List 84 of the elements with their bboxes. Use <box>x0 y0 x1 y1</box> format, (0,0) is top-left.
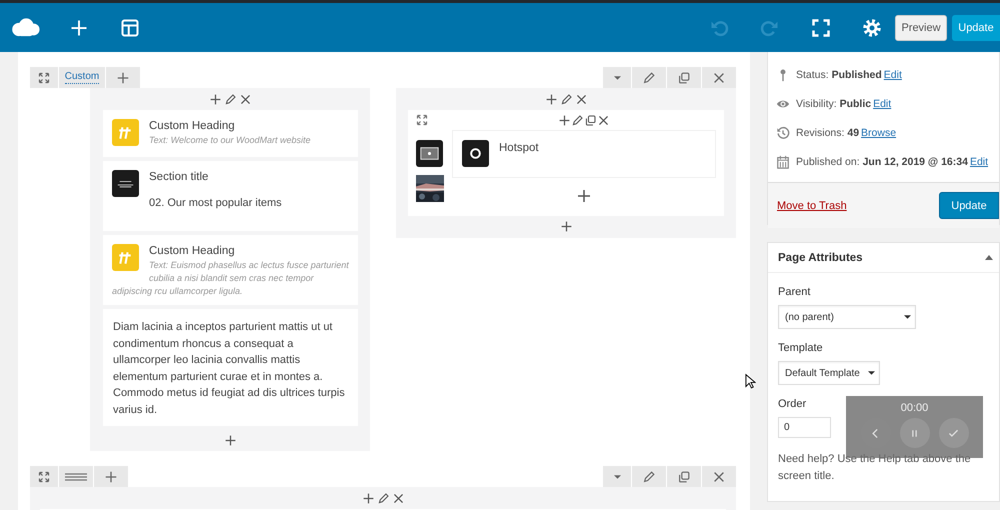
timer-text: 00:00 <box>900 402 928 414</box>
caret-icon <box>904 315 911 319</box>
edit-icon[interactable] <box>571 114 584 126</box>
meta-label: Published on: Jun 12, 2019 @ 16:34 <box>796 156 968 168</box>
close-button[interactable] <box>702 466 736 487</box>
element-card[interactable]: Section title 02. Our most popular items <box>103 161 358 231</box>
field-label: Template <box>778 342 823 354</box>
element-title: Custom Heading <box>149 119 236 134</box>
history-icon <box>776 126 790 140</box>
expand-icon <box>38 470 50 482</box>
edit-button[interactable] <box>632 67 666 88</box>
copy-icon[interactable] <box>584 114 597 126</box>
meta-label: Revisions: 49 <box>796 126 860 138</box>
layout-icon[interactable] <box>120 18 140 38</box>
element-title: Section title <box>149 170 210 185</box>
edit-icon[interactable] <box>224 92 237 106</box>
add-icon[interactable] <box>224 434 237 447</box>
close-button[interactable] <box>702 67 736 88</box>
caret-icon[interactable] <box>985 255 993 260</box>
close-icon[interactable] <box>239 92 252 106</box>
fullscreen-icon[interactable] <box>811 18 831 38</box>
add-icon[interactable] <box>209 92 222 106</box>
edit-icon[interactable] <box>376 492 390 504</box>
field-label: Order <box>778 398 806 410</box>
element-text: Text: Euismod phasellus ac lectus fusce parturient cubilia a nisi blandit sem cras nec tempor adipiscing rcu ullamcorper ligula. <box>112 259 349 298</box>
heading-icon <box>112 119 139 146</box>
hotspot-icon <box>462 140 489 167</box>
edit-icon <box>642 70 656 84</box>
title-icon <box>112 170 139 197</box>
caret-icon <box>614 474 620 478</box>
meta-label: Visibility: Public <box>796 98 872 110</box>
add-icon[interactable] <box>560 220 572 233</box>
layout-button[interactable] <box>59 466 93 487</box>
heading-icon <box>112 244 139 271</box>
add-icon[interactable] <box>362 492 374 504</box>
edit-link[interactable]: Edit <box>873 98 892 110</box>
element-title: Hotspot <box>499 141 539 156</box>
edit-button[interactable] <box>632 466 666 487</box>
copy-button[interactable] <box>667 466 701 487</box>
element-title: Custom Heading <box>149 244 236 259</box>
add-icon[interactable] <box>558 114 571 126</box>
select-field[interactable]: Default Template <box>778 361 880 385</box>
close-icon <box>712 70 726 84</box>
add-icon <box>116 70 130 84</box>
edit-link[interactable]: Edit <box>884 68 902 80</box>
element-text: Text: Welcome to our WoodMart website <box>149 134 311 147</box>
add-icon <box>104 470 118 484</box>
trash-link[interactable]: Move to Trash <box>777 200 847 212</box>
element-text: 02. Our most popular items <box>149 197 282 209</box>
element-card[interactable]: Hotspot <box>452 130 716 178</box>
select-field[interactable]: (no parent) <box>778 305 916 329</box>
expand-icon[interactable] <box>416 114 428 126</box>
input-field[interactable]: 0 <box>778 417 831 438</box>
caret-icon <box>868 371 875 375</box>
update-button[interactable]: Update <box>939 192 999 219</box>
paragraph-text: Diam lacinia a inceptos parturient mattis ut ut condimentum rhoncus a consequat a ullamcorper leo lacinia convallis mattis elementum parturient curae et in montes a. Commodo metus id feugiat ad dis ultrices turpis varius id. <box>113 320 346 418</box>
close-icon[interactable] <box>597 114 610 126</box>
edit-link[interactable]: Browse <box>861 126 896 138</box>
edit-icon[interactable] <box>560 92 572 106</box>
expand-button[interactable] <box>30 67 58 88</box>
field-label: Parent <box>778 286 810 298</box>
copy-icon <box>677 70 691 84</box>
panel-title: Page Attributes <box>778 252 863 264</box>
add-row-button[interactable] <box>94 466 128 487</box>
copy-icon <box>677 470 691 484</box>
meta-label: Status: Published <box>796 68 882 80</box>
add-row-button[interactable] <box>106 67 140 88</box>
close-icon <box>712 470 726 484</box>
preview-button[interactable]: Preview <box>895 14 947 40</box>
element-card[interactable]: Custom Heading Text: Welcome to our WoodMart website <box>103 110 358 157</box>
calendar-icon <box>776 154 790 168</box>
caret-icon <box>614 76 620 80</box>
expand-button[interactable] <box>30 466 58 487</box>
edit-link[interactable]: Edit <box>970 156 988 168</box>
image-icon <box>416 140 443 167</box>
close-icon[interactable] <box>392 492 404 504</box>
add-icon[interactable] <box>544 92 558 106</box>
edit-icon <box>642 470 656 484</box>
close-icon[interactable] <box>574 92 588 106</box>
add-icon[interactable] <box>576 188 592 204</box>
element-card[interactable]: Custom Heading Text: Euismod phasellus ac lectus fusce parturient cubilia a nisi blandit sem cras nec tempor adipiscing rcu ullamcorper ligula. <box>103 235 358 305</box>
copy-button[interactable] <box>667 67 701 88</box>
settings-icon[interactable] <box>862 18 882 38</box>
expand-icon <box>38 72 50 84</box>
